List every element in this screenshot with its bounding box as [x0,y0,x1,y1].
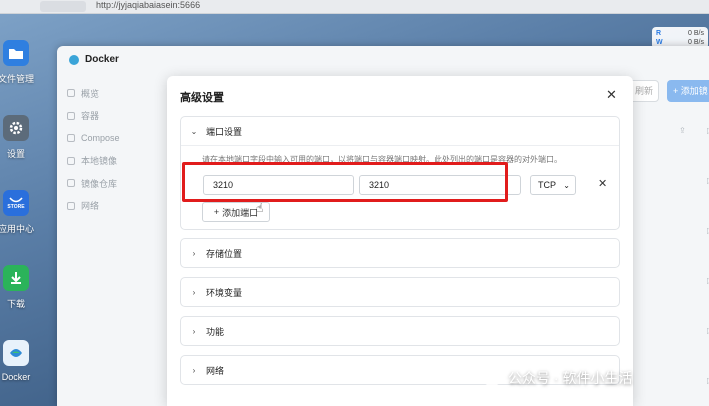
desktop-app-label: 设置 [6,149,25,159]
plus-icon: + [213,207,220,217]
container-icon [67,111,75,120]
sidebar-item-compose[interactable]: Compose [65,127,165,150]
registry-icon [67,179,75,188]
sidebar-item-registry[interactable]: 镜像仓库 [65,172,165,195]
section-env-vars: › 环境变量 [180,277,620,307]
desktop-app-label: 文件管理 [0,74,34,84]
window-title: Docker [69,54,119,65]
desktop-app-store[interactable]: STORE 应用中心 [0,190,36,235]
image-icon [67,156,75,165]
download-icon [3,265,29,291]
sidebar-item-overview[interactable]: 概览 [65,82,165,105]
section-header[interactable]: › 存储位置 [181,239,619,267]
advanced-settings-dialog: 高级设置 ✕ ⌄ 端口设置 请在本地端口字段中输入可用的端口，以将端口与容器端口… [167,76,633,406]
hand-cursor-icon: ☝ [256,201,264,215]
docker-icon [69,54,79,65]
sidebar-item-network[interactable]: 网络 [65,195,165,218]
store-icon: STORE [3,190,29,216]
sidebar-item-containers[interactable]: 容器 [65,105,165,128]
chevron-right-icon: › [192,326,196,336]
section-header[interactable]: › 环境变量 [181,278,619,306]
desktop-app-label: 下载 [6,299,25,309]
chevron-right-icon: › [192,365,196,375]
desktop-app-download[interactable]: 下载 [0,265,36,310]
refresh-button[interactable]: 刷新 [629,80,659,102]
network-icon [67,201,75,210]
overview-icon [67,89,75,98]
desktop-app-docker[interactable]: Docker [0,340,36,382]
compose-icon [67,134,75,143]
sidebar-item-local-images[interactable]: 本地镜像 [65,150,165,173]
gear-icon [3,115,29,141]
section-header[interactable]: › 功能 [181,317,619,345]
protocol-select[interactable]: TCP ⌄ [530,175,576,195]
section-storage: › 存储位置 [180,238,620,268]
browser-tab[interactable] [40,1,86,12]
upload-icon[interactable]: ⇪ [679,126,686,135]
chevron-right-icon: › [192,248,196,258]
browser-bar: http://jyjaqiabaiasein:5666 [0,0,709,14]
section-header[interactable]: ⌄ 端口设置 [181,117,619,145]
desktop-app-files[interactable]: 文件管理 [0,40,36,85]
section-capabilities: › 功能 [180,316,620,346]
folder-icon [3,40,29,66]
wechat-logo-icon [482,370,502,386]
read-label: R [656,30,662,37]
highlight-annotation [182,162,508,202]
add-image-button[interactable]: + 添加镜 [667,80,709,102]
chevron-down-icon: ⌄ [563,180,570,190]
read-speed: 0 B/s [688,30,704,37]
remove-port-icon[interactable]: ✕ [598,177,607,190]
docker-sidebar: 概览 容器 Compose 本地镜像 镜像仓库 网络 [65,82,165,217]
address-bar[interactable]: http://jyjaqiabaiasein:5666 [96,0,200,10]
chevron-right-icon: › [192,287,196,297]
watermark: 公众号 · 软件小生活 [482,368,632,388]
chevron-down-icon: ⌄ [190,126,198,136]
close-icon[interactable]: ✕ [606,87,617,103]
desktop-app-settings[interactable]: 设置 [0,115,36,160]
desktop-app-label: Docker [1,372,31,382]
docker-icon [3,340,29,366]
desktop-app-label: 应用中心 [0,224,34,234]
dialog-title: 高级设置 [180,92,224,104]
toolbar-right: 刷新 + 添加镜 ▷ ▷ ▷ ▷ ▷ ▷ ⇪ [629,76,709,406]
